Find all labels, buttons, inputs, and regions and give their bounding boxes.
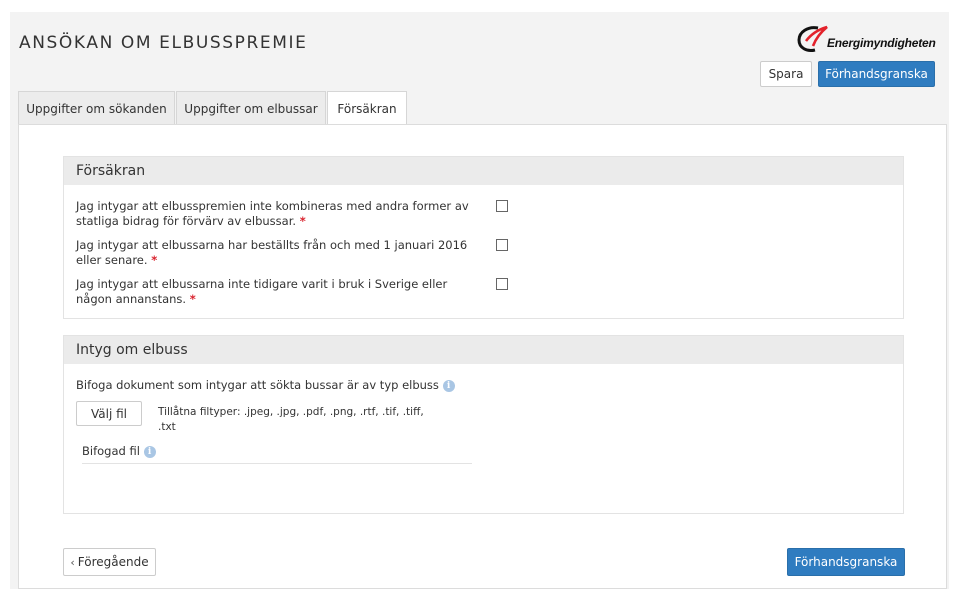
energimyndigheten-logo: Energimyndigheten (796, 22, 941, 58)
save-button[interactable]: Spara (760, 61, 812, 87)
chevron-left-icon: ‹ (70, 555, 75, 569)
declaration-item-line: Jag intygar att elbussarna inte tidigare… (76, 277, 448, 291)
attach-document-label: Bifoga dokument som intygar att sökta bu… (76, 378, 455, 392)
allowed-file-types-line: .txt (158, 421, 176, 433)
logo-text: Energimyndigheten (827, 36, 936, 50)
tab-applicant[interactable]: Uppgifter om sökanden (18, 91, 175, 125)
declaration-checkbox-no-other-grants[interactable] (496, 200, 508, 212)
declaration-item-text: Jag intygar att elbussarna har beställts… (76, 238, 476, 268)
required-marker: * (299, 214, 306, 228)
declaration-checkbox-ordered-2016[interactable] (496, 239, 508, 251)
attach-document-text: Bifoga dokument som intygar att sökta bu… (76, 378, 439, 392)
info-icon[interactable]: i (442, 379, 455, 392)
previous-label: Föregående (77, 555, 149, 569)
preview-button-top[interactable]: Förhandsgranska (818, 61, 935, 87)
declaration-item-line: Jag intygar att elbussarna har beställts… (76, 238, 468, 252)
page-title: ANSÖKAN OM ELBUSSPREMIE (19, 33, 308, 53)
choose-file-button[interactable]: Välj fil (76, 401, 142, 426)
declaration-item-line: Jag intygar att elbusspremien inte kombi… (76, 199, 469, 213)
declaration-heading: Försäkran (64, 157, 903, 185)
page-background: ANSÖKAN OM ELBUSSPREMIE Energimyndighete… (10, 12, 949, 589)
declaration-item-line: eller senare. (76, 253, 148, 267)
preview-button-bottom[interactable]: Förhandsgranska (787, 548, 905, 576)
tab-buses[interactable]: Uppgifter om elbussar (176, 91, 326, 125)
tab-declaration[interactable]: Försäkran (327, 91, 407, 126)
certificate-section: Intyg om elbuss Bifoga dokument som inty… (63, 335, 904, 514)
declaration-section: Försäkran Jag intygar att elbusspremien … (63, 156, 904, 319)
declaration-item-text: Jag intygar att elbusspremien inte kombi… (76, 199, 476, 229)
attached-file-label: Bifogad fil (82, 444, 140, 458)
info-icon[interactable]: i (143, 445, 156, 458)
required-marker: * (151, 253, 158, 267)
declaration-item-text: Jag intygar att elbussarna inte tidigare… (76, 277, 476, 307)
declaration-item-line: statliga bidrag för förvärv av elbussar. (76, 214, 297, 228)
declaration-item-line: någon annanstans. (76, 292, 187, 306)
previous-button[interactable]: ‹ Föregående (63, 548, 156, 576)
logo-mark-icon (797, 25, 828, 52)
attached-file-field: Bifogad fil i (82, 444, 472, 464)
certificate-heading: Intyg om elbuss (64, 336, 903, 364)
declaration-checkbox-not-previously-used[interactable] (496, 278, 508, 290)
allowed-file-types: Tillåtna filtyper: .jpeg, .jpg, .pdf, .p… (158, 405, 448, 435)
tab-content-panel: Försäkran Jag intygar att elbusspremien … (18, 124, 947, 589)
required-marker: * (189, 292, 196, 306)
allowed-file-types-line: Tillåtna filtyper: .jpeg, .jpg, .pdf, .p… (158, 406, 424, 418)
